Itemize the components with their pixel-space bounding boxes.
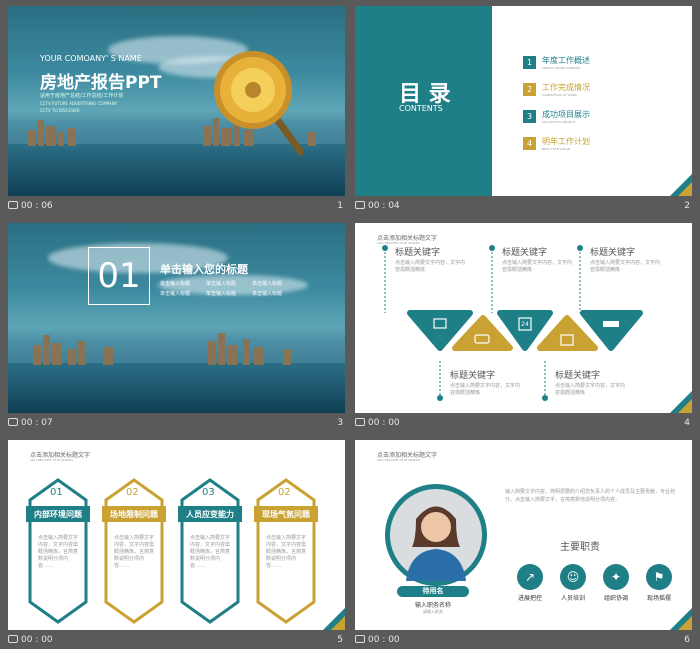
clock-icon: [355, 418, 365, 426]
toc-list: 1 年度工作概述 ANNUAL WORK SUMMARY 2 工作完成情况 CO…: [523, 56, 683, 164]
duty-item: ⚑ 现场摇摆: [637, 564, 681, 602]
slide-3: 01 单击输入您的标题 单击输入标题 单击输入标题 单击输入标题 单击输入标题 单击输…: [8, 223, 345, 413]
slide-thumb-2[interactable]: 目 录 CONTENTS 1 年度工作概述 ANNUAL WORK SUMMAR…: [355, 6, 692, 215]
toc-item[interactable]: 3 成功项目展示 SUCCESSFUL PROJECT: [523, 110, 683, 137]
bullet-list: 单击输入标题 单击输入标题 单击输入标题 单击输入标题 单击输入标题 单击输入标题: [160, 281, 283, 297]
slide-thumb-1[interactable]: YOUR COMOANY' S NAME 房地产报告PPT 适用于房地产总结/工…: [8, 6, 345, 215]
duty-item: ☺ 人员培训: [551, 564, 595, 602]
flag-icon: ⚑: [646, 564, 672, 590]
name-badge: 待用名: [397, 586, 469, 597]
calendar-icon: 24: [521, 321, 529, 328]
clock-icon: [355, 635, 365, 643]
section-number: 01: [88, 247, 150, 305]
keyword-label: 标题关键字: [395, 248, 441, 258]
slide-6: 点击添加相关标题文字 ADD RELATED TITLE WORDS 待用名 输…: [355, 440, 692, 630]
toc-item[interactable]: 2 工作完成情况 COMPLETION OF WORK: [523, 83, 683, 110]
slide-1: YOUR COMOANY' S NAME 房地产报告PPT 适用于房地产总结/工…: [8, 6, 345, 196]
card-title: 人员应变能力: [186, 510, 234, 519]
trend-icon: ↗: [517, 564, 543, 590]
company-name: YOUR COMOANY' S NAME: [40, 54, 142, 63]
slide-4: 点击添加相关标题文字 ADD RELATED TITLE WORDS 标题关键字…: [355, 223, 692, 413]
slide-thumb-5[interactable]: 点击添加相关标题文字 ADD RELATED TITLE WORDS 01 02…: [8, 440, 345, 649]
people-icon: ☺: [560, 564, 586, 590]
keyword-label: 标题关键字: [555, 371, 601, 381]
magnifier-icon: [214, 51, 303, 156]
card-title: 内部环境问题: [34, 510, 82, 519]
slide-number: 1: [337, 201, 343, 211]
slide-thumb-4[interactable]: 点击添加相关标题文字 ADD RELATED TITLE WORDS 标题关键字…: [355, 223, 692, 432]
slide-duration: 00 : 06: [21, 201, 53, 211]
slide-thumb-3[interactable]: 01 单击输入您的标题 单击输入标题 单击输入标题 单击输入标题 单击输入标题 单击输…: [8, 223, 345, 432]
clock-icon: [8, 635, 18, 643]
keyword-label: 标题关键字: [450, 371, 496, 381]
slide-thumb-6[interactable]: 点击添加相关标题文字 ADD RELATED TITLE WORDS 待用名 输…: [355, 440, 692, 649]
slide-2: 目 录 CONTENTS 1 年度工作概述 ANNUAL WORK SUMMAR…: [355, 6, 692, 196]
slide-5: 点击添加相关标题文字 ADD RELATED TITLE WORDS 01 02…: [8, 440, 345, 630]
group-icon: ✦: [603, 564, 629, 590]
city-skyline: [33, 333, 291, 365]
duty-item: ↗ 进展把控: [508, 564, 552, 602]
toc-item[interactable]: 1 年度工作概述 ANNUAL WORK SUMMARY: [523, 56, 683, 83]
keyword-label: 标题关键字: [502, 248, 548, 258]
avatar: [385, 484, 487, 586]
slide-title: 房地产报告PPT: [40, 73, 162, 93]
clock-icon: [8, 201, 18, 209]
person-icon: [406, 506, 466, 581]
card-title: 场地限制问题: [110, 510, 158, 519]
clock-icon: [8, 418, 18, 426]
toc-item[interactable]: 4 明年工作计划 NEXT YEAR'S PLAN: [523, 137, 683, 164]
clock-icon: [355, 201, 365, 209]
section-title: 单击输入您的标题: [160, 263, 248, 276]
card-title: 现场气氛问题: [262, 510, 310, 519]
duties-title: 主要职责: [560, 542, 600, 553]
duty-item: ✦ 组织协调: [594, 564, 638, 602]
keyword-label: 标题关键字: [590, 248, 636, 258]
